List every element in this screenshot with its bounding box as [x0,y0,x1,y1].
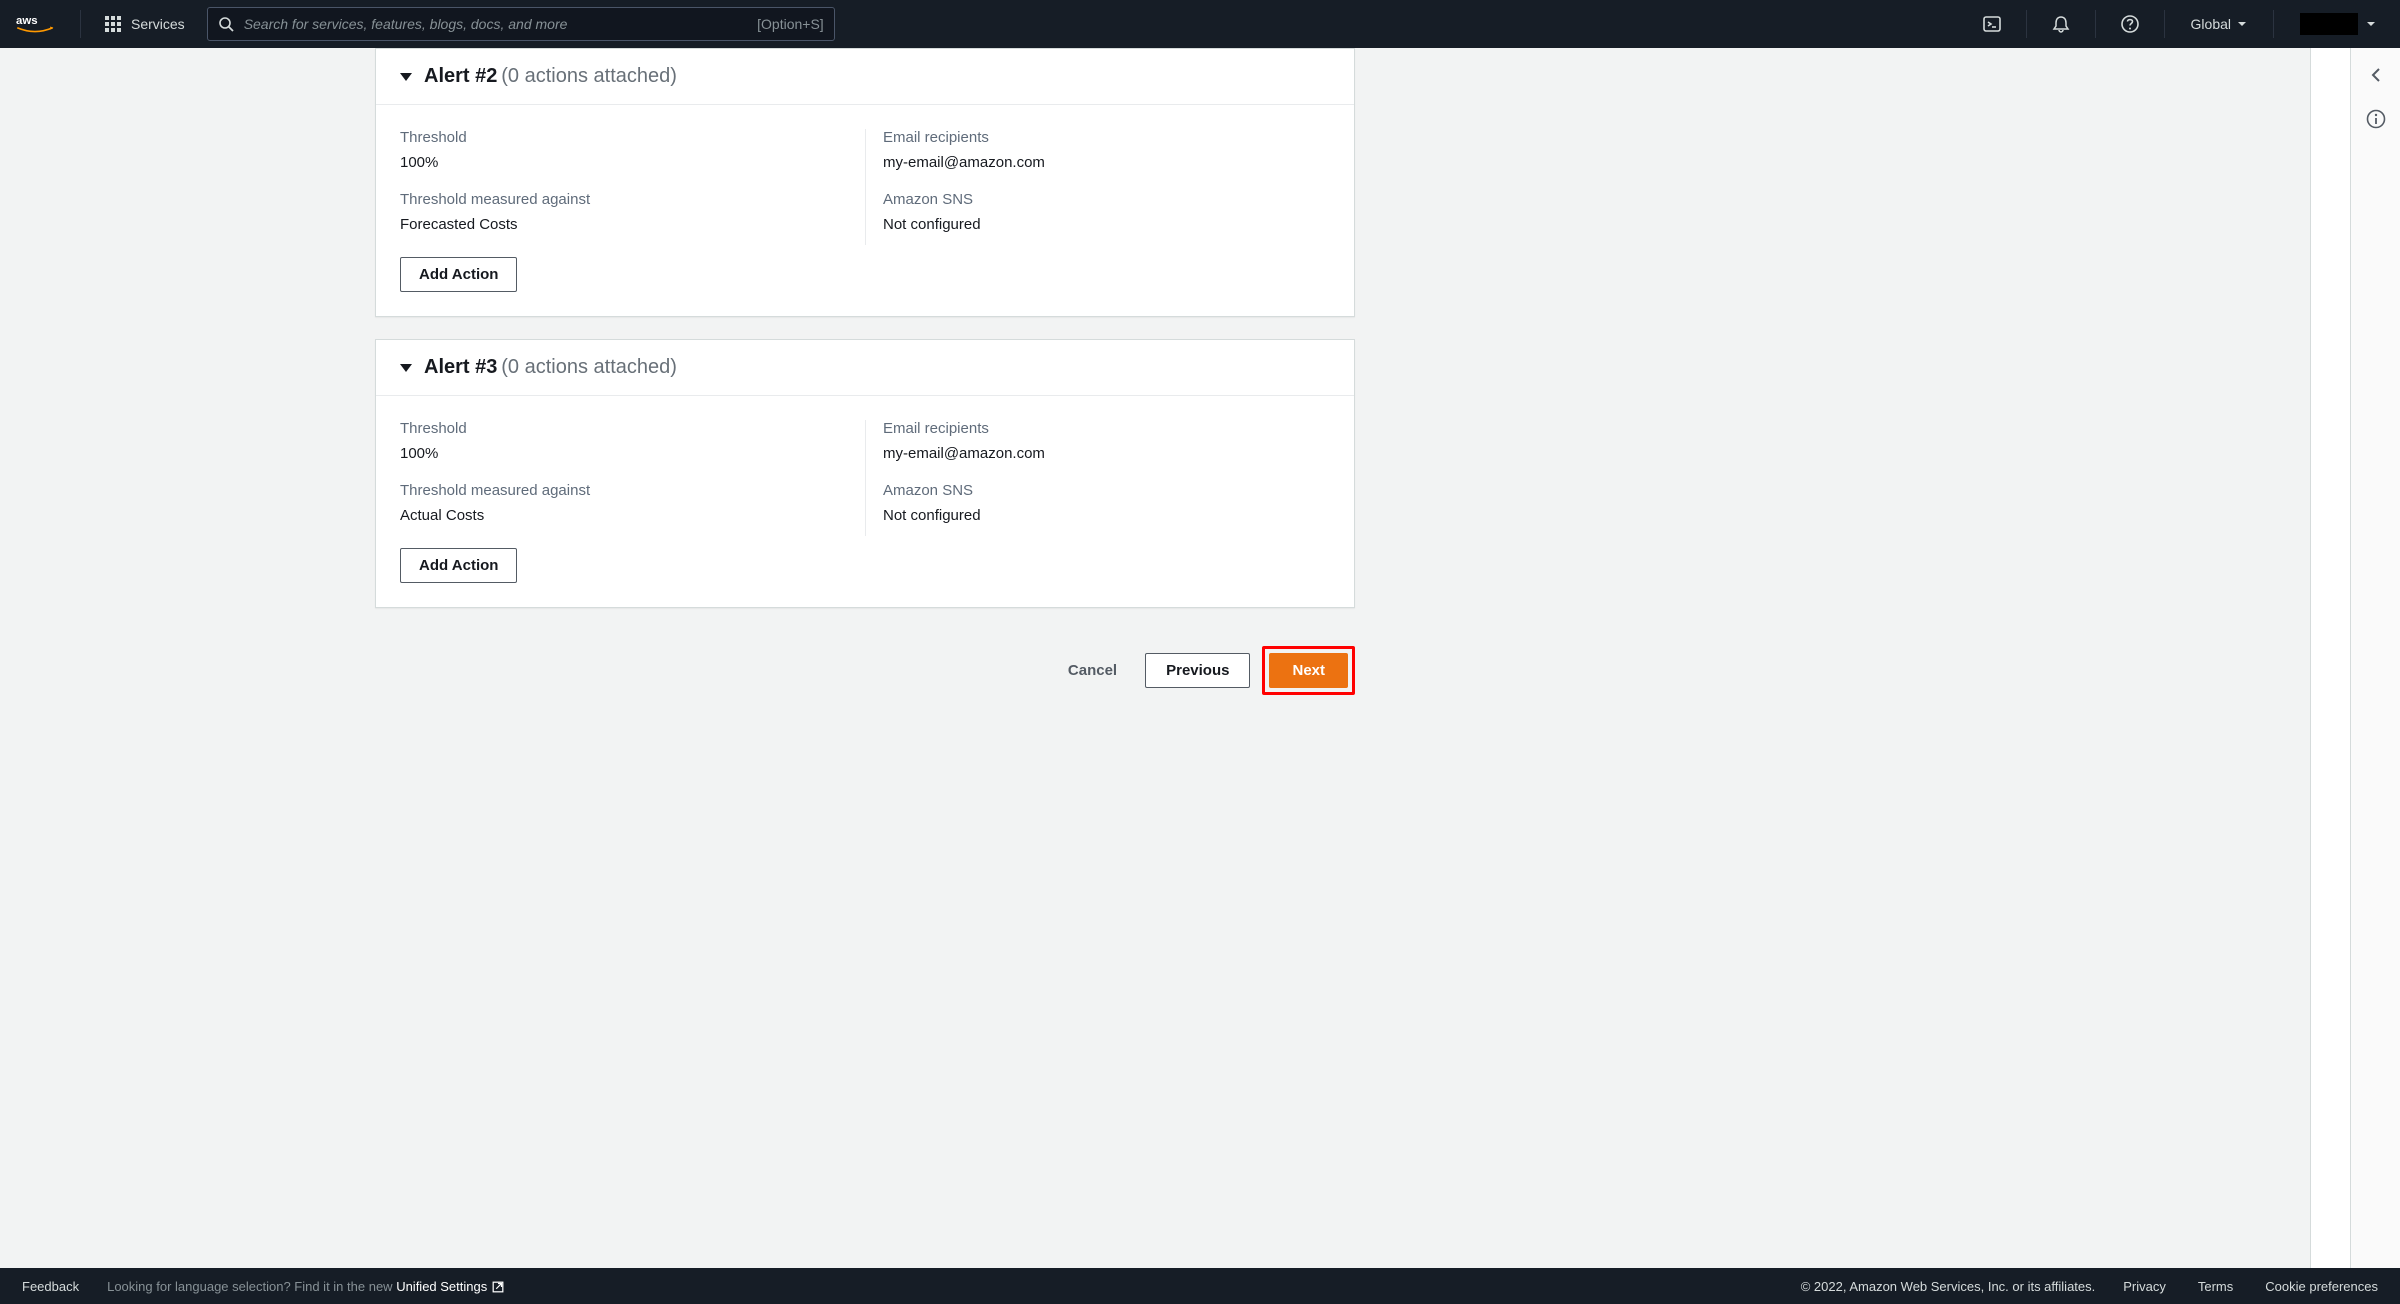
nav-divider [2273,10,2274,38]
measure-value: Forecasted Costs [400,216,865,233]
add-action-button[interactable]: Add Action [400,257,517,292]
cloudshell-icon [1982,14,2002,34]
nav-divider [2095,10,2096,38]
alert-title: Alert #3 [424,356,497,378]
help-panel-rail [2350,48,2400,1268]
external-link-icon [491,1279,505,1294]
global-search[interactable]: [Option+S] [207,7,835,41]
threshold-label: Threshold [400,420,865,437]
threshold-value: 100% [400,445,865,462]
main-area: Alert #2 (0 actions attached) Threshold … [0,48,2400,1268]
alert-subtitle: (0 actions attached) [501,356,677,378]
region-label: Global [2191,16,2231,32]
caret-down-icon [2366,20,2376,28]
help-panel-collapse-button[interactable] [2363,62,2389,88]
nav-divider [80,10,81,38]
measure-label: Threshold measured against [400,191,865,208]
sns-value: Not configured [883,507,1330,524]
alert-title: Alert #2 [424,65,497,87]
email-value: my-email@amazon.com [883,445,1330,462]
region-selector[interactable]: Global [2179,16,2259,32]
console-footer: Feedback Looking for language selection?… [0,1268,2400,1304]
info-icon [2366,109,2386,129]
language-hint: Looking for language selection? Find it … [107,1279,505,1294]
alert-panel-2: Alert #2 (0 actions attached) Threshold … [375,48,1355,317]
email-label: Email recipients [883,420,1330,437]
previous-button[interactable]: Previous [1145,653,1250,688]
grid-icon [105,16,121,32]
sns-label: Amazon SNS [883,482,1330,499]
svg-text:aws: aws [16,15,38,27]
email-value: my-email@amazon.com [883,154,1330,171]
collapse-toggle[interactable] [400,364,412,372]
alert-subtitle: (0 actions attached) [501,65,677,87]
copyright-text: © 2022, Amazon Web Services, Inc. or its… [1801,1279,2096,1294]
alert-header: Alert #3 (0 actions attached) [376,340,1354,396]
search-icon [218,16,234,32]
white-gutter [2310,48,2350,1268]
privacy-link[interactable]: Privacy [2123,1279,2166,1294]
caret-down-icon [2237,20,2247,28]
help-icon [2120,14,2140,34]
sns-value: Not configured [883,216,1330,233]
aws-logo[interactable]: aws [16,0,66,48]
feedback-link[interactable]: Feedback [22,1279,79,1294]
sns-label: Amazon SNS [883,191,1330,208]
measure-label: Threshold measured against [400,482,865,499]
notifications-button[interactable] [2041,6,2081,42]
terms-link[interactable]: Terms [2198,1279,2233,1294]
help-button[interactable] [2110,6,2150,42]
search-input[interactable] [244,16,757,32]
help-info-button[interactable] [2363,106,2389,132]
email-label: Email recipients [883,129,1330,146]
top-nav: aws Services [Option+S] [0,0,2400,48]
collapse-toggle[interactable] [400,73,412,81]
next-button[interactable]: Next [1269,653,1348,688]
account-menu[interactable] [2288,13,2384,35]
alert-panel-3: Alert #3 (0 actions attached) Threshold … [375,339,1355,608]
threshold-value: 100% [400,154,865,171]
measure-value: Actual Costs [400,507,865,524]
alert-header: Alert #2 (0 actions attached) [376,49,1354,105]
account-id-redacted [2300,13,2358,35]
nav-divider [2164,10,2165,38]
services-menu-button[interactable]: Services [95,10,195,38]
nav-divider [2026,10,2027,38]
cloudshell-button[interactable] [1972,6,2012,42]
unified-settings-link[interactable]: Unified Settings [396,1279,505,1294]
services-label: Services [131,16,185,32]
threshold-label: Threshold [400,129,865,146]
content-column: Alert #2 (0 actions attached) Threshold … [0,48,2310,1268]
add-action-button[interactable]: Add Action [400,548,517,583]
bell-icon [2051,14,2071,34]
cookie-preferences-link[interactable]: Cookie preferences [2265,1279,2378,1294]
search-shortcut: [Option+S] [757,16,824,32]
next-button-highlight: Next [1262,646,1355,695]
chevron-left-icon [2367,66,2385,84]
wizard-buttons: Cancel Previous Next [375,630,1355,725]
cancel-button[interactable]: Cancel [1052,654,1133,687]
